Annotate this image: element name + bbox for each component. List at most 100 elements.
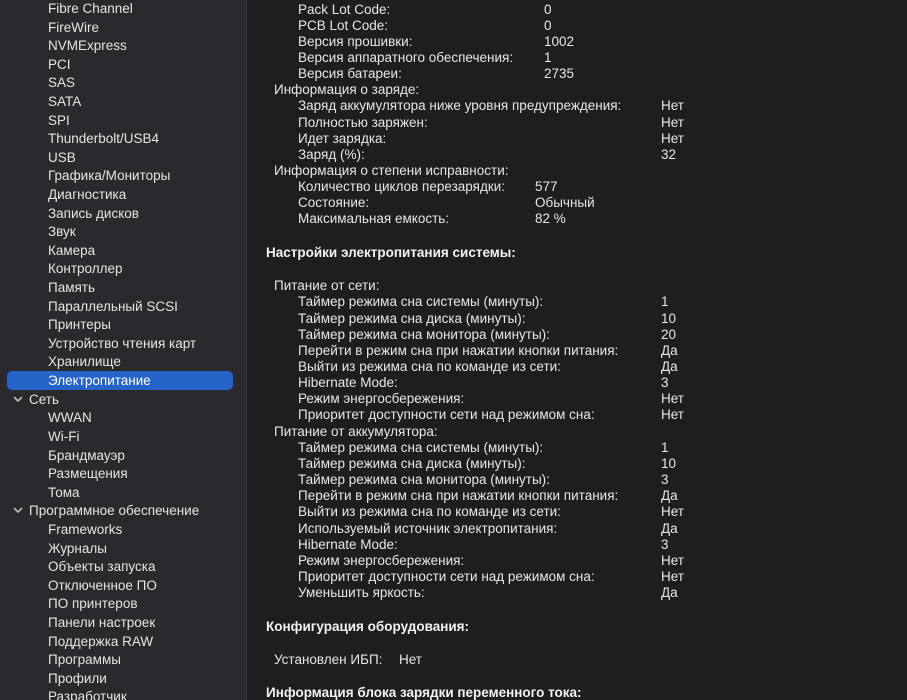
sidebar-item-nvmexpress[interactable]: NVMExpress — [7, 36, 233, 55]
sidebar-item-storage[interactable]: Хранилище — [7, 352, 233, 371]
chevron-down-icon[interactable] — [12, 501, 24, 520]
section-title: Информация блока зарядки переменного ток… — [266, 685, 582, 700]
sidebar-item-graphics[interactable]: Графика/Мониторы — [7, 166, 233, 185]
info-row: Приоритет доступности сети над режимом с… — [298, 569, 684, 585]
sidebar-item-label: Frameworks — [48, 522, 123, 537]
info-row: Заряд (%): 32 — [298, 147, 676, 163]
info-label: Используемый источник электропитания: — [298, 521, 558, 536]
sidebar-item-usb[interactable]: USB — [7, 148, 233, 167]
sidebar-item-printers[interactable]: Принтеры — [7, 315, 233, 334]
info-row: Версия аппаратного обеспечения: 1 — [298, 50, 552, 66]
sidebar-item-thunderbolt[interactable]: Thunderbolt/USB4 — [7, 129, 233, 148]
sidebar-item-label: Журналы — [48, 541, 107, 556]
info-label: Pack Lot Code: — [298, 2, 391, 17]
info-value: 1002 — [544, 34, 575, 49]
sidebar-item-raw-support[interactable]: Поддержка RAW — [7, 632, 233, 651]
sidebar-item-volumes[interactable]: Тома — [7, 483, 233, 502]
info-value: Нет — [399, 652, 422, 667]
sidebar-item-firewire[interactable]: FireWire — [7, 18, 233, 37]
info-value: 3 — [661, 375, 669, 390]
info-row: Выйти из режима сна по команде из сети: Н… — [298, 504, 684, 520]
sidebar-item-developer[interactable]: Разработчик — [7, 687, 233, 700]
sidebar-group-label: Программное обеспечение — [29, 503, 200, 518]
sidebar-item-label: Отключенное ПО — [48, 578, 157, 593]
sidebar-item-label: SATA — [48, 94, 82, 109]
sidebar-group-network[interactable]: Сеть — [7, 390, 233, 409]
sidebar-item-label: Fibre Channel — [48, 1, 133, 16]
info-value: Да — [661, 359, 678, 374]
info-value: Нет — [661, 407, 684, 422]
sidebar-item-applications[interactable]: Программы — [7, 650, 233, 669]
sidebar-item-pci[interactable]: PCI — [7, 55, 233, 74]
info-value: 3 — [661, 472, 669, 487]
info-row: Таймер режима сна диска (минуты): 10 — [298, 311, 676, 327]
chevron-down-icon[interactable] — [12, 390, 24, 409]
sidebar-item-startup-items[interactable]: Объекты запуска — [7, 557, 233, 576]
info-label: Версия батареи: — [298, 66, 402, 81]
sidebar-item-memory[interactable]: Память — [7, 278, 233, 297]
sidebar-item-label: Программы — [48, 652, 121, 667]
info-value: 2735 — [544, 66, 575, 81]
info-label: Установлен ИБП: — [274, 652, 383, 667]
sidebar-item-sata[interactable]: SATA — [7, 92, 233, 111]
info-label: Режим энергосбережения: — [298, 553, 465, 568]
sidebar-item-label: Звук — [48, 224, 76, 239]
sidebar-item-fibre-channel[interactable]: Fibre Channel — [7, 0, 233, 18]
sidebar-item-label: Thunderbolt/USB4 — [48, 131, 160, 146]
info-row: Состояние: Обычный — [298, 195, 595, 211]
sidebar-item-locations[interactable]: Размещения — [7, 464, 233, 483]
info-label: Максимальная емкость: — [298, 211, 450, 226]
section-title: Конфигурация оборудования: — [266, 619, 469, 635]
info-value: 10 — [661, 456, 677, 471]
sidebar-item-firewall[interactable]: Брандмауэр — [7, 446, 233, 465]
info-label: Питание от аккумулятора: — [274, 424, 438, 439]
sidebar-item-label: ПО принтеров — [48, 596, 138, 611]
sidebar-item-label: Панели настроек — [48, 615, 156, 630]
sidebar-item-preference-panes[interactable]: Панели настроек — [7, 613, 233, 632]
sidebar-item-parallel-scsi[interactable]: Параллельный SCSI — [7, 297, 233, 316]
sidebar-item-card-reader[interactable]: Устройство чтения карт — [7, 334, 233, 353]
sidebar-item-power[interactable]: Электропитание — [7, 371, 233, 390]
info-row: Hibernate Mode: 3 — [298, 375, 669, 391]
section-title-label: Конфигурация оборудования: — [266, 619, 470, 634]
sidebar-item-controller[interactable]: Контроллер — [7, 259, 233, 278]
info-label: Состояние: — [298, 195, 370, 210]
sidebar-item-frameworks[interactable]: Frameworks — [7, 520, 233, 539]
sidebar-item-label: Контроллер — [48, 261, 123, 276]
info-label: Питание от сети: — [274, 278, 380, 293]
info-value: Нет — [661, 391, 684, 406]
sidebar-item-label: Поддержка RAW — [48, 634, 154, 649]
sidebar-item-disc-burning[interactable]: Запись дисков — [7, 204, 233, 223]
sidebar-item-diagnostics[interactable]: Диагностика — [7, 185, 233, 204]
info-label: Информация о степени исправности: — [274, 163, 509, 178]
sidebar-item-label: Хранилище — [48, 354, 121, 369]
info-value: 20 — [661, 327, 677, 342]
info-row: Версия прошивки: 1002 — [298, 34, 574, 50]
info-label: Таймер режима сна диска (минуты): — [298, 311, 526, 326]
info-label: PCB Lot Code: — [298, 18, 389, 33]
sidebar: Fibre Channel FireWire NVMExpress PCI SA… — [0, 0, 247, 700]
sidebar-item-printer-software[interactable]: ПО принтеров — [7, 594, 233, 613]
sidebar-item-camera[interactable]: Камера — [7, 241, 233, 260]
sidebar-item-audio[interactable]: Звук — [7, 222, 233, 241]
subgroup-heading: Питание от сети: — [274, 278, 379, 294]
info-row: Приоритет доступности сети над режимом с… — [298, 407, 684, 423]
info-row: PCB Lot Code: 0 — [298, 18, 552, 34]
info-label: Выйти из режима сна по команде из сети: — [298, 504, 561, 519]
sidebar-item-wwan[interactable]: WWAN — [7, 408, 233, 427]
sidebar-item-disabled-software[interactable]: Отключенное ПО — [7, 576, 233, 595]
info-row: Количество циклов перезарядки: 577 — [298, 179, 558, 195]
sidebar-item-sas[interactable]: SAS — [7, 73, 233, 92]
sidebar-item-label: Электропитание — [48, 373, 151, 388]
info-label: Информация о заряде: — [274, 82, 420, 97]
sidebar-group-software[interactable]: Программное обеспечение — [7, 501, 233, 520]
info-value: 577 — [535, 179, 558, 194]
info-row: Выйти из режима сна по команде из сети: Д… — [298, 359, 678, 375]
subgroup-heading: Питание от аккумулятора: — [274, 424, 438, 440]
info-label: Режим энергосбережения: — [298, 391, 465, 406]
sidebar-item-wifi[interactable]: Wi-Fi — [7, 427, 233, 446]
sidebar-item-profiles[interactable]: Профили — [7, 669, 233, 688]
sidebar-item-spi[interactable]: SPI — [7, 111, 233, 130]
info-label: Заряд (%): — [298, 147, 365, 162]
sidebar-item-logs[interactable]: Журналы — [7, 539, 233, 558]
